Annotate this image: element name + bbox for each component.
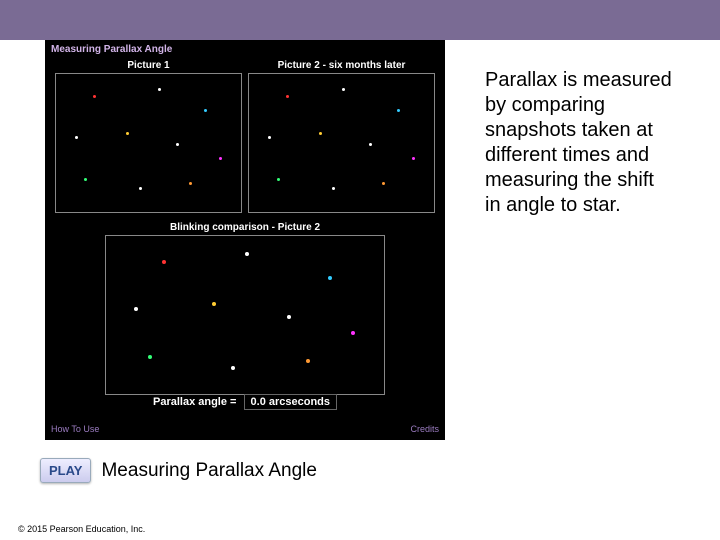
angle-label-text: Parallax angle = [153, 396, 236, 408]
credits-link[interactable]: Credits [410, 424, 439, 434]
bottom-panel: Blinking comparison - Picture 2 [105, 220, 385, 395]
panel-1-title: Picture 1 [55, 58, 242, 73]
parallax-angle-row: Parallax angle = 0.0 arcseconds [45, 394, 445, 410]
parallax-app: Measuring Parallax Angle Picture 1 [45, 40, 445, 440]
play-row: PLAY Measuring Parallax Angle [40, 458, 317, 483]
header-bar [0, 0, 720, 40]
copyright-text: © 2015 Pearson Education, Inc. [18, 524, 145, 534]
big-starbox [105, 235, 385, 395]
content-area: Measuring Parallax Angle Picture 1 [0, 40, 720, 440]
bottom-panel-title: Blinking comparison - Picture 2 [105, 220, 385, 235]
angle-value: 0.0 arcseconds [244, 394, 338, 410]
panel-2-title: Picture 2 - six months later [248, 58, 435, 73]
top-panels: Picture 1 Picture 2 - six months later [55, 58, 435, 213]
howto-link[interactable]: How To Use [51, 424, 99, 434]
starbox-1 [55, 73, 242, 213]
panel-picture-2: Picture 2 - six months later [248, 58, 435, 213]
play-label: Measuring Parallax Angle [101, 460, 316, 482]
text-column: Parallax is measured by comparing snapsh… [445, 40, 705, 440]
panel-picture-1: Picture 1 [55, 58, 242, 213]
app-title: Measuring Parallax Angle [51, 44, 172, 55]
starbox-2 [248, 73, 435, 213]
app-footer: How To Use Credits [51, 424, 439, 434]
play-button[interactable]: PLAY [40, 458, 91, 483]
description-text: Parallax is measured by comparing snapsh… [485, 68, 675, 218]
